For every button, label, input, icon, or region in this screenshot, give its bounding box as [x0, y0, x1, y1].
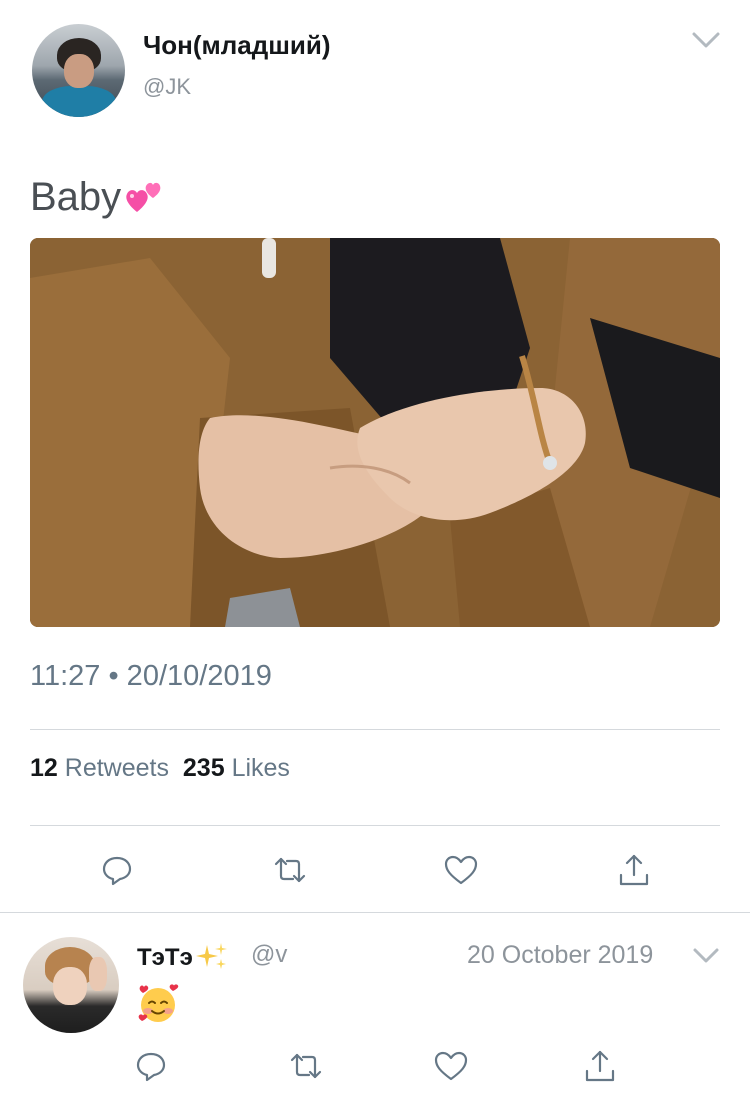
reply-button[interactable] — [99, 852, 135, 888]
reply-share-button[interactable] — [582, 1048, 618, 1084]
smiling-face-with-hearts-icon — [138, 984, 179, 1022]
divider — [30, 825, 720, 826]
tweet-stats: 12 Retweets 235 Likes — [30, 754, 290, 783]
author-handle[interactable]: @JK — [143, 74, 191, 100]
retweets-count: 12 — [30, 754, 58, 782]
retweets-stat[interactable]: 12 Retweets — [30, 754, 169, 782]
chevron-down-icon[interactable] — [690, 28, 722, 52]
tweet-detail-screen: Чон(младший) @JK Baby 11:27 • 20/10/2019… — [0, 0, 750, 1106]
retweets-label: Retweets — [64, 754, 169, 782]
likes-stat[interactable]: 235 Likes — [183, 754, 290, 782]
tweet-timestamp: 11:27 • 20/10/2019 — [30, 660, 272, 692]
reply-icon — [136, 1052, 166, 1082]
tweet-text: Baby — [30, 172, 167, 222]
share-button[interactable] — [616, 852, 652, 888]
reply-author-name[interactable]: ТэТэ — [137, 941, 229, 972]
reply-author-handle[interactable]: @v — [251, 941, 287, 969]
two-hearts-icon — [126, 182, 161, 212]
reply-reply-button[interactable] — [133, 1048, 169, 1084]
likes-label: Likes — [231, 754, 290, 782]
reply-icon — [102, 856, 132, 886]
divider — [30, 729, 720, 730]
reply-author-name-text: ТэТэ — [137, 944, 193, 971]
reply-author-avatar[interactable] — [23, 937, 119, 1033]
retweet-icon — [290, 1053, 322, 1079]
share-icon — [619, 854, 649, 886]
tweet-photo[interactable] — [30, 238, 720, 627]
reply-retweet-button[interactable] — [288, 1048, 324, 1084]
retweet-button[interactable] — [272, 852, 308, 888]
reply-date: 20 October 2019 — [467, 941, 654, 969]
retweet-icon — [274, 857, 306, 883]
chevron-down-icon[interactable] — [692, 946, 720, 966]
sparkles-icon — [195, 943, 227, 969]
author-avatar[interactable] — [32, 24, 125, 117]
author-display-name[interactable]: Чон(младший) — [143, 30, 331, 61]
share-icon — [585, 1050, 615, 1082]
like-icon — [434, 1051, 468, 1081]
like-button[interactable] — [443, 852, 479, 888]
divider — [0, 912, 750, 913]
like-icon — [444, 855, 478, 885]
tweet-text-content: Baby — [30, 175, 122, 219]
likes-count: 235 — [182, 754, 225, 782]
reply-like-button[interactable] — [433, 1048, 469, 1084]
